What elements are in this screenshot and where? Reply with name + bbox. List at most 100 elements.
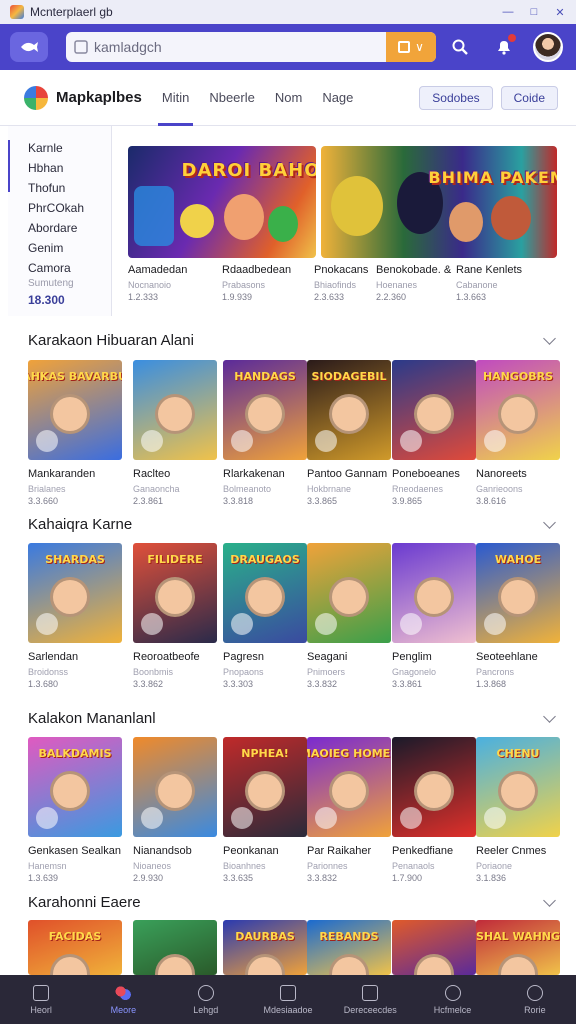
section-title[interactable]: Karakaon Hibuaran Alani — [28, 332, 194, 349]
nav-item-profile[interactable]: Rorie — [494, 975, 576, 1024]
game-cover-art[interactable] — [392, 737, 476, 837]
chevron-down-icon[interactable] — [543, 516, 556, 529]
game-tile[interactable]: BALKDAMIS Genkasen Sealkan Hanemsn 1.3.639 — [28, 737, 122, 883]
tab-main[interactable]: Mitin — [157, 70, 194, 126]
game-cover-art[interactable] — [133, 360, 217, 460]
game-price: 3.3.303 — [223, 679, 254, 689]
game-tile[interactable]: DAURBAS — [223, 920, 307, 975]
game-cover-art[interactable] — [133, 737, 217, 837]
game-cover-art[interactable] — [307, 543, 391, 643]
game-cover-art[interactable]: SHARDAS — [28, 543, 122, 643]
section-title[interactable]: Kahaiqra Karne — [28, 516, 132, 533]
game-cover-art[interactable]: HANDAGS — [223, 360, 307, 460]
chevron-down-icon[interactable] — [543, 710, 556, 723]
game-tile[interactable]: FILIDERE Reoroatbeofe Boonbmis 3.3.862 — [133, 543, 217, 689]
banner-item[interactable]: Benokobade. & Hoenanes 2.2.360 — [376, 264, 464, 302]
game-tile[interactable]: SHAL WAHNG — [476, 920, 560, 975]
close-icon[interactable]: ✕ — [554, 6, 566, 19]
game-tile[interactable]: NPHEA! Peonkanan Bioanhnes 3.3.635 — [223, 737, 307, 883]
game-tile[interactable]: DRAUGAOS Pagresn Pnopaons 3.3.303 — [223, 543, 307, 689]
game-cover-art[interactable]: SHAL WAHNG — [476, 920, 560, 975]
nav-item-fifth[interactable]: Dereceecdes — [329, 975, 411, 1024]
game-tile[interactable]: CHENU Reeler Cnmes Poriaone 3.1.836 — [476, 737, 560, 883]
game-publisher: Boonbmis — [133, 667, 174, 677]
cover-art-title: MAOIEG HOMES — [307, 747, 391, 760]
side-item[interactable]: Abordare — [28, 218, 111, 238]
section-title[interactable]: Kalakon Mananlanl — [28, 710, 156, 727]
game-cover-art[interactable]: FILIDERE — [133, 543, 217, 643]
game-tile[interactable]: Raclteo Ganaoncha 2.3.861 — [133, 360, 217, 506]
game-cover-art[interactable]: FACIDAS — [28, 920, 122, 975]
featured-banner[interactable]: DAROI BAHOS BHIMA PAKEMUS — [128, 146, 557, 258]
game-tile[interactable]: WAHOE Seoteehlane Pancrons 1.3.868 — [476, 543, 560, 689]
banner-item[interactable]: Aamadedan Nocnanoio 1.2.333 — [128, 264, 216, 302]
nav-item-home[interactable]: Heorl — [0, 975, 82, 1024]
game-tile[interactable]: HANDAGS Rlarkakenan Bolmeanoto 3.3.818 — [223, 360, 307, 506]
game-cover-art[interactable]: REBANDS — [307, 920, 391, 975]
game-tile[interactable]: SIODAGEBIL Pantoo Gannam Hokbrnane 3.3.865 — [307, 360, 391, 506]
game-tile[interactable]: REBANDS — [307, 920, 391, 975]
game-cover-art[interactable] — [392, 920, 476, 975]
game-tile[interactable]: SHARDAS Sarlendan Broidonss 1.3.680 — [28, 543, 122, 689]
game-cover-art[interactable]: BALKDAMIS — [28, 737, 122, 837]
nav-item-third[interactable]: Lehgd — [165, 975, 247, 1024]
search-go-button[interactable]: ∨ — [386, 32, 436, 62]
game-tile[interactable]: MAOIEG HOMES Par Raikaher Parionnes 3.3.832 — [307, 737, 391, 883]
header-button-primary[interactable]: Sodobes — [419, 85, 493, 110]
game-cover-art[interactable]: MAOIEG HOMES — [307, 737, 391, 837]
game-price: 3.8.616 — [476, 496, 507, 506]
game-tile[interactable]: Penglim Gnagonelo 3.3.861 — [392, 543, 476, 689]
game-cover-art[interactable]: CHENU — [476, 737, 560, 837]
nav-item-more[interactable]: Meore — [82, 975, 164, 1024]
tab-fourth[interactable]: Nage — [322, 70, 353, 126]
tab-second[interactable]: Nbeerle — [209, 70, 255, 126]
game-cover-art[interactable] — [392, 543, 476, 643]
game-cover-art[interactable]: HANGOBRS — [476, 360, 560, 460]
avatar[interactable] — [532, 31, 564, 63]
bottom-navigation: Heorl Meore Lehgd Mdesiaadoe Dereceecdes… — [0, 975, 576, 1024]
side-item[interactable]: PhrCOkah — [28, 198, 111, 218]
banner-art-right[interactable]: BHIMA PAKEMUS — [320, 146, 557, 258]
game-cover-art[interactable] — [392, 360, 476, 460]
game-tile[interactable] — [392, 920, 476, 975]
game-tile[interactable]: Seagani Pnimoers 3.3.832 — [307, 543, 391, 689]
banner-item[interactable]: Rdaadbedean Prabasons 1.9.939 — [222, 264, 310, 302]
side-item[interactable]: Thofun — [28, 178, 111, 198]
notification-icon[interactable] — [488, 31, 520, 63]
banner-item[interactable]: Rane Kenlets Cabanone 1.3.663 — [456, 264, 544, 302]
game-cover-art[interactable]: WAHOE — [476, 543, 560, 643]
game-cover-art[interactable]: DRAUGAOS — [223, 543, 307, 643]
section-title[interactable]: Karahonni Eaere — [28, 894, 141, 911]
game-cover-art[interactable] — [133, 920, 217, 975]
fish-logo-icon[interactable] — [10, 32, 48, 62]
maximize-icon[interactable]: □ — [528, 6, 540, 18]
search-input[interactable]: kamladgch — [94, 39, 386, 55]
chevron-down-icon[interactable] — [543, 332, 556, 345]
nav-item-sixth[interactable]: Hcfmelce — [411, 975, 493, 1024]
game-cover-art[interactable]: SIODAGEBIL — [307, 360, 391, 460]
game-tile[interactable]: Nianandsob Nioaneos 2.9.930 — [133, 737, 217, 883]
game-tile[interactable]: FACIDAS — [28, 920, 122, 975]
nav-item-fourth[interactable]: Mdesiaadoe — [247, 975, 329, 1024]
search-bar[interactable]: kamladgch ∨ — [66, 32, 436, 62]
game-tile[interactable]: Poneboeanes Rneodaenes 3.9.865 — [392, 360, 476, 506]
minimize-icon[interactable]: — — [502, 6, 514, 18]
cover-art-title: REBANDS — [319, 930, 379, 943]
game-tile[interactable] — [133, 920, 217, 975]
side-item[interactable]: Camora — [28, 258, 111, 278]
game-publisher: Penanaols — [392, 861, 435, 871]
game-cover-art[interactable]: DAURBAS — [223, 920, 307, 975]
side-item[interactable]: Hbhan — [28, 158, 111, 178]
side-item[interactable]: Karnle — [28, 138, 111, 158]
game-tile[interactable]: Penkedfiane Penanaols 1.7.900 — [392, 737, 476, 883]
header-button-secondary[interactable]: Coide — [500, 85, 558, 110]
game-tile[interactable]: HANGOBRS Nanoreets Ganrieoons 3.8.616 — [476, 360, 560, 506]
game-cover-art[interactable]: NPHEA! — [223, 737, 307, 837]
tab-third[interactable]: Nom — [275, 70, 302, 126]
chevron-down-icon[interactable] — [543, 894, 556, 907]
game-cover-art[interactable]: PAHKAS BAVARBUS — [28, 360, 122, 460]
search-icon[interactable] — [444, 31, 476, 63]
side-item[interactable]: Genim — [28, 238, 111, 258]
game-tile[interactable]: PAHKAS BAVARBUS Mankaranden Brialanes 3.3.6… — [28, 360, 122, 506]
banner-art-left[interactable]: DAROI BAHOS — [128, 146, 316, 258]
